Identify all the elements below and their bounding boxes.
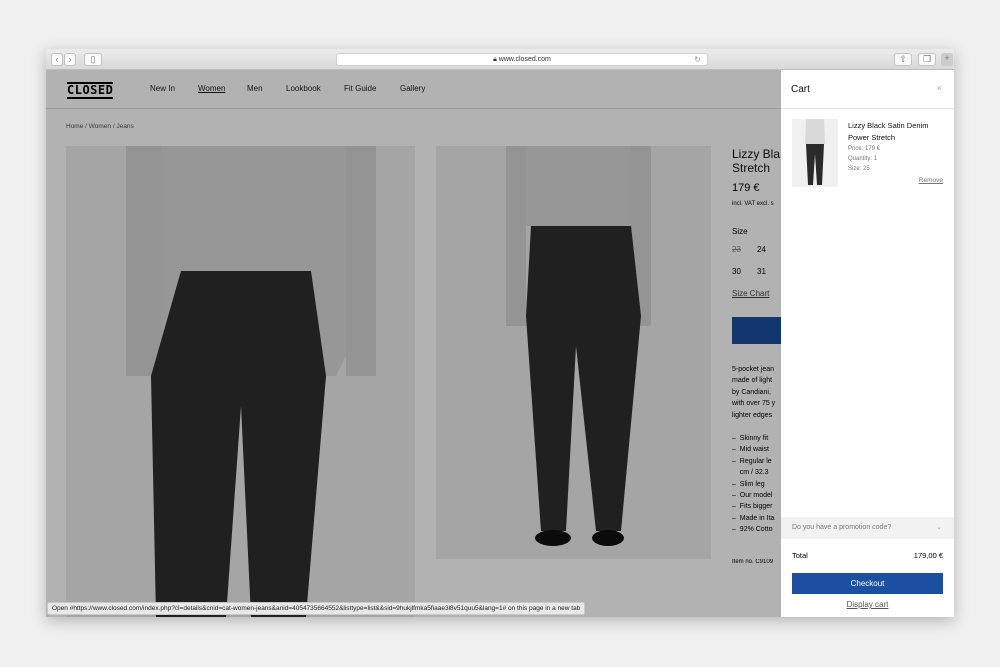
remove-item-link[interactable]: Remove	[919, 177, 943, 184]
cart-item-thumbnail[interactable]	[792, 119, 838, 187]
cart-item-quantity: Quantity: 1	[848, 156, 878, 162]
reload-icon[interactable]: ↻	[694, 54, 701, 66]
close-icon[interactable]: ×	[937, 83, 942, 93]
cart-item-size: Size: 25	[848, 166, 870, 172]
cart-panel: Cart × Lizzy Black Satin Denim Power Str…	[781, 70, 954, 617]
back-button[interactable]: ‹	[51, 53, 63, 66]
chevron-down-icon: ⌄	[936, 524, 942, 531]
share-icon[interactable]: ⇧	[894, 53, 912, 66]
cart-title: Cart	[791, 84, 810, 95]
cart-item-price: Price: 179 €	[848, 146, 881, 152]
url-text: www.closed.com	[498, 56, 551, 63]
lock-icon: 🔒︎	[493, 56, 497, 63]
checkout-button[interactable]: Checkout	[792, 573, 943, 594]
address-bar[interactable]: 🔒︎ www.closed.com ↻	[336, 53, 708, 66]
new-tab-icon[interactable]: +	[941, 53, 953, 66]
browser-window: ‹ › ▯ 🔒︎ www.closed.com ↻ ⇧ ❐ + CLOSED Ne…	[46, 49, 954, 617]
browser-toolbar: ‹ › ▯ 🔒︎ www.closed.com ↻ ⇧ ❐ +	[46, 49, 954, 70]
page-dim-overlay[interactable]	[46, 70, 781, 617]
total-value: 179,00 €	[913, 551, 943, 560]
total-label: Total	[792, 551, 808, 560]
display-cart-link[interactable]: Display cart	[781, 600, 954, 609]
tabs-icon[interactable]: ❐	[918, 53, 936, 66]
cart-divider	[781, 108, 954, 109]
web-page: CLOSED New In Women Men Lookbook Fit Gui…	[46, 70, 954, 617]
cart-item-name[interactable]: Lizzy Black Satin Denim Power Stretch	[848, 120, 948, 143]
status-bar: Open #https://www.closed.com/index.php?c…	[47, 602, 586, 615]
sidebar-icon[interactable]: ▯	[84, 53, 102, 66]
promo-code-toggle[interactable]: Do you have a promotion code? ⌄	[781, 517, 954, 539]
forward-button[interactable]: ›	[64, 53, 76, 66]
